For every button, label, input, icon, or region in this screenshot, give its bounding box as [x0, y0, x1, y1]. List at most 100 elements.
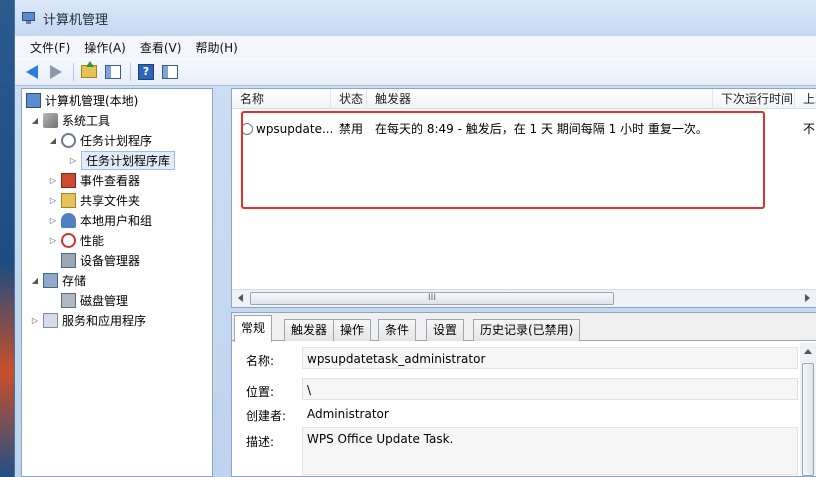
tree-item-label: 任务计划程序: [80, 133, 153, 148]
location-field[interactable]: \: [302, 378, 798, 400]
shared-folder-icon: [61, 192, 76, 208]
scrollbar-thumb[interactable]: [802, 363, 814, 476]
help-button[interactable]: ?: [135, 61, 157, 83]
tree-item-label: 存储: [62, 273, 87, 288]
tab-history[interactable]: 历史记录(已禁用): [473, 319, 581, 341]
scroll-right-arrow-icon[interactable]: [805, 294, 810, 302]
forward-button[interactable]: [45, 61, 67, 83]
collapsed-arrow-icon[interactable]: ▷: [48, 196, 58, 205]
tab-general[interactable]: 常规: [234, 315, 273, 342]
scroll-up-arrow-icon[interactable]: [804, 349, 812, 354]
computer-icon: [26, 92, 41, 108]
tree-item-label: 本地用户和组: [80, 213, 153, 228]
tree-item-label: 设备管理器: [80, 253, 141, 268]
toolbar-separator: [73, 62, 74, 81]
column-header-last-run[interactable]: 上次: [795, 89, 816, 109]
description-label: 描述:: [246, 435, 275, 449]
task-details-pane: 常规 触发器 操作 条件 设置 历史记录(已禁用) 名称: wpsupdatet…: [231, 312, 816, 477]
computer-management-icon: [21, 10, 37, 26]
tree-item-shared-folders[interactable]: ▷ 共享文件夹: [48, 191, 140, 209]
up-level-button[interactable]: [78, 61, 100, 83]
expanded-arrow-icon[interactable]: ◢: [30, 116, 40, 125]
collapsed-arrow-icon[interactable]: ▷: [48, 176, 58, 185]
expanded-arrow-icon[interactable]: ◢: [48, 136, 58, 145]
task-list-header: 名称 状态 触发器 下次运行时间 上次: [232, 89, 816, 109]
tree-item-label: 计算机管理(本地): [45, 93, 139, 108]
name-label: 名称:: [246, 354, 275, 368]
tree-item-disk-management[interactable]: 磁盘管理: [61, 291, 128, 309]
users-icon: [61, 212, 76, 228]
tree-item-task-library[interactable]: ▷ 任务计划程序库: [68, 150, 176, 170]
window-title: 计算机管理: [43, 12, 109, 28]
storage-icon: [43, 272, 58, 288]
tree-item-services-apps[interactable]: ▷ 服务和应用程序: [30, 311, 146, 329]
column-header-status[interactable]: 状态: [331, 89, 367, 109]
tree-item-storage[interactable]: ◢ 存储: [30, 271, 86, 289]
tree-item-label: 性能: [80, 233, 105, 248]
table-row[interactable]: wpsupdate... 禁用 在每天的 8:49 - 触发后，在 1 天 期间…: [232, 119, 816, 139]
tree-item-label: 服务和应用程序: [62, 313, 147, 328]
location-label: 位置:: [246, 385, 275, 399]
task-name-cell: wpsupdate...: [256, 122, 332, 136]
help-icon: ?: [138, 63, 154, 80]
collapsed-arrow-icon[interactable]: ▷: [68, 156, 78, 165]
tree-item-device-manager[interactable]: 设备管理器: [61, 251, 140, 269]
name-field[interactable]: wpsupdatetask_administrator: [302, 347, 798, 369]
tab-triggers[interactable]: 触发器: [284, 319, 335, 341]
disk-icon: [61, 292, 76, 308]
tree-item-task-scheduler[interactable]: ◢ 任务计划程序: [48, 131, 152, 149]
device-manager-icon: [61, 252, 76, 268]
tree-item-label: 任务计划程序库: [81, 150, 176, 170]
menu-view[interactable]: 查看(V): [133, 39, 189, 56]
back-button[interactable]: [21, 61, 43, 83]
detail-tabs: 常规 触发器 操作 条件 设置 历史记录(已禁用): [232, 313, 816, 342]
back-arrow-icon: [26, 64, 38, 79]
description-field[interactable]: WPS Office Update Task.: [302, 427, 798, 475]
collapsed-arrow-icon[interactable]: ▷: [30, 316, 40, 325]
column-header-trigger[interactable]: 触发器: [367, 89, 713, 109]
menu-file[interactable]: 文件(F): [23, 39, 77, 56]
scrollbar-thumb[interactable]: III: [250, 292, 614, 305]
forward-arrow-icon: [50, 64, 62, 79]
title-bar[interactable]: 计算机管理: [15, 0, 816, 36]
tree-item-performance[interactable]: ▷ 性能: [48, 231, 104, 249]
tab-settings[interactable]: 设置: [426, 319, 465, 341]
task-last-run-cell: 不:: [803, 122, 816, 136]
toolbar: ?: [15, 58, 816, 86]
tree-item-label: 事件查看器: [80, 173, 141, 188]
collapsed-arrow-icon[interactable]: ▷: [48, 236, 58, 245]
scheduled-task-icon: [241, 123, 253, 135]
tools-icon: [43, 112, 58, 128]
author-label: 创建者:: [246, 409, 287, 423]
clock-icon: [61, 132, 76, 148]
tree-item-label: 系统工具: [62, 113, 111, 128]
show-hide-action-pane-button[interactable]: [159, 61, 181, 83]
action-pane-icon: [162, 64, 178, 79]
tree-item-local-users[interactable]: ▷ 本地用户和组: [48, 211, 152, 229]
horizontal-scrollbar[interactable]: III: [232, 289, 816, 307]
show-hide-tree-button[interactable]: [102, 61, 124, 83]
tab-conditions[interactable]: 条件: [378, 319, 417, 341]
services-icon: [43, 312, 58, 328]
console-tree: 计算机管理(本地) ◢ 系统工具 ◢ 任务计划程序 ▷ 任务计划程序库 ▷ 事件…: [21, 88, 213, 477]
menu-action[interactable]: 操作(A): [77, 39, 133, 56]
tree-item-system-tools[interactable]: ◢ 系统工具: [30, 111, 110, 129]
menu-bar: 文件(F) 操作(A) 查看(V) 帮助(H): [15, 36, 816, 58]
vertical-scrollbar[interactable]: [800, 343, 816, 476]
computer-management-window: 计算机管理 文件(F) 操作(A) 查看(V) 帮助(H) ? 计算机管理(本地…: [14, 0, 816, 477]
menu-help[interactable]: 帮助(H): [188, 39, 244, 56]
event-viewer-icon: [61, 172, 76, 188]
tab-actions[interactable]: 操作: [333, 319, 372, 341]
task-status-cell: 禁用: [339, 122, 364, 136]
expanded-arrow-icon[interactable]: ◢: [30, 276, 40, 285]
scroll-left-arrow-icon[interactable]: [238, 294, 243, 302]
toolbar-separator: [130, 62, 131, 81]
author-field[interactable]: Administrator: [302, 402, 798, 424]
column-header-next-run[interactable]: 下次运行时间: [713, 89, 795, 109]
collapsed-arrow-icon[interactable]: ▷: [48, 216, 58, 225]
tree-item-root[interactable]: 计算机管理(本地): [26, 91, 138, 109]
console-tree-icon: [105, 64, 121, 79]
column-header-name[interactable]: 名称: [232, 89, 331, 109]
task-list: 名称 状态 触发器 下次运行时间 上次 wpsupdate... 禁用 在每天的…: [231, 88, 816, 308]
tree-item-event-viewer[interactable]: ▷ 事件查看器: [48, 171, 140, 189]
